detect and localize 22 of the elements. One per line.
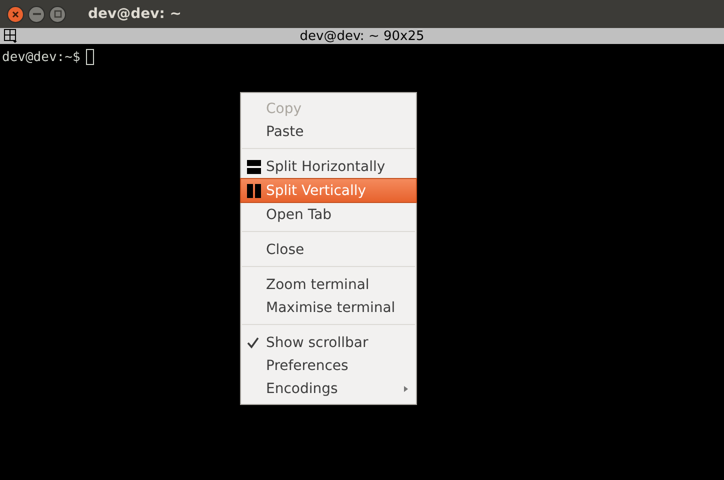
menu-item[interactable]: Split Horizontally (241, 155, 416, 178)
text-cursor (86, 48, 94, 65)
menu-item[interactable]: Open Tab (241, 203, 416, 226)
maximize-button[interactable] (49, 6, 66, 22)
close-button[interactable] (7, 6, 24, 22)
menu-item[interactable]: Maximise terminal (241, 296, 416, 319)
minimize-button[interactable] (28, 6, 45, 22)
shell-prompt: dev@dev:~$ (2, 50, 80, 65)
tab-title: dev@dev: ~ 90x25 (300, 28, 424, 44)
menu-item[interactable]: Zoom terminal (241, 273, 416, 296)
split-vertical-icon (247, 184, 261, 198)
split-horizontal-icon (247, 160, 261, 174)
menu-item[interactable]: Close (241, 238, 416, 261)
menu-item[interactable]: Paste (241, 120, 416, 143)
menu-item[interactable]: Preferences (241, 354, 416, 377)
grid-icon[interactable] (4, 29, 18, 43)
maximize-icon (54, 10, 62, 18)
menu-item[interactable]: Show scrollbar (241, 331, 416, 354)
minimize-icon (32, 13, 40, 15)
window-title: dev@dev: ~ (88, 6, 182, 22)
menu-item[interactable]: Encodings (241, 377, 416, 400)
close-icon (12, 10, 19, 18)
